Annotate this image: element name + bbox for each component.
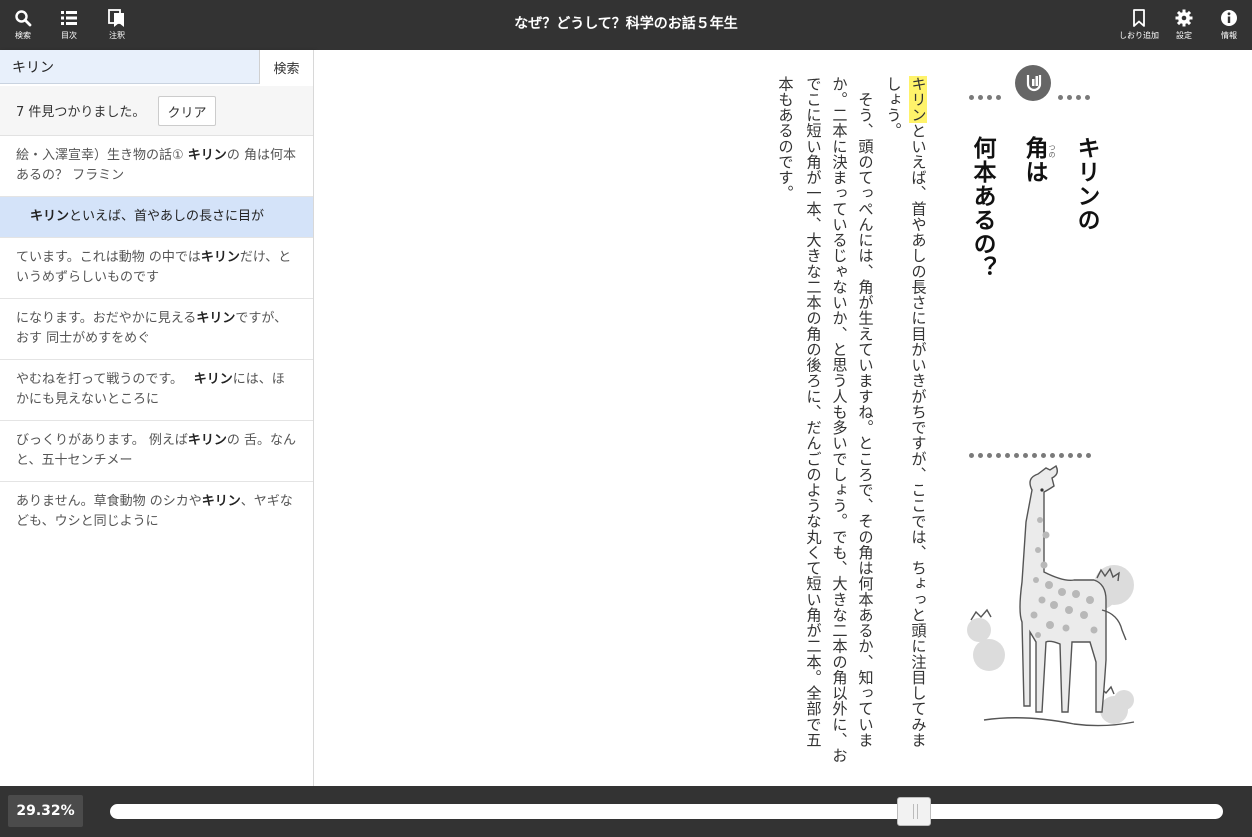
search-bar: 検索 xyxy=(0,50,313,84)
divider-dot xyxy=(996,453,1001,458)
search-result-item[interactable]: ありません。草食動物 のシカやキリン、ヤギなども、ウシと同じように xyxy=(0,482,313,552)
add-bookmark-label: しおり追加 xyxy=(1119,31,1159,40)
divider-dot xyxy=(1041,453,1046,458)
top-toolbar: 検索 目次 注釈 なぜ？どうして？科学のお話５年生 しおり追加 設定 情報 xyxy=(0,0,1252,50)
divider-dot xyxy=(1032,453,1037,458)
search-result-item[interactable]: びっくりがあります。 例えばキリンの 舌。なんと、五十センチメー xyxy=(0,421,313,482)
divider-dot xyxy=(1059,453,1064,458)
progress-slider-thumb[interactable] xyxy=(897,797,932,826)
divider-dot xyxy=(1085,95,1090,100)
search-panel: 検索 7 件見つかりました。 クリア 絵・入澤宣幸）生き物の話① キリンの 角は… xyxy=(0,50,314,786)
divider-dot xyxy=(1068,453,1073,458)
book-title: なぜ？どうして？科学のお話５年生 xyxy=(514,16,738,32)
body-column-text: 本もあるのです。 xyxy=(776,76,794,201)
dot-divider xyxy=(969,453,1097,459)
divider-dot xyxy=(1014,453,1019,458)
body-column-text: そう、頭のてっぺんには、角が生えていますね。ところで、その角は何本あるか、知って… xyxy=(856,76,874,748)
clear-button[interactable]: クリア xyxy=(158,96,216,126)
divider-dot xyxy=(1086,453,1091,458)
result-text-before: ています。これは動物 の中では xyxy=(16,250,201,265)
body-column-text: しょう。 xyxy=(884,76,902,139)
result-match: キリン xyxy=(187,433,227,448)
annotation-button[interactable]: 注釈 xyxy=(101,0,133,50)
info-button[interactable]: 情報 xyxy=(1213,0,1245,50)
chapter-badge xyxy=(1015,65,1051,101)
result-text-before: びっくりがあります。 例えば xyxy=(16,433,188,448)
divider-dot xyxy=(969,453,974,458)
flask-icon xyxy=(1026,75,1042,92)
search-result-item[interactable]: になります。おだやかに見えるキリンですが、おす 同士がめすをめぐ xyxy=(0,299,313,360)
progress-percent: 29.32% xyxy=(8,795,83,827)
result-list: 絵・入澤宣幸）生き物の話① キリンの 角は何本あるの？ フラミン キリンといえば、… xyxy=(0,136,313,552)
progress-track[interactable] xyxy=(110,804,1223,819)
heading-line-3: 何本あるの？ xyxy=(969,136,995,280)
giraffe-illustration xyxy=(967,464,1135,727)
divider-dot xyxy=(978,453,983,458)
result-match: キリン xyxy=(201,494,241,509)
dot-divider xyxy=(1058,95,1096,101)
search-input[interactable] xyxy=(0,50,259,84)
divider-dot xyxy=(996,95,1001,100)
result-match: キリン xyxy=(187,148,227,163)
result-match: キリン xyxy=(30,209,70,224)
reader-page[interactable]: キリンといえば、首やあしの長さに目がいきがちですが、ここでは、ちょっと頭に注目し… xyxy=(314,50,1252,786)
result-text-before: やむねを打って戦うのです。 xyxy=(16,372,194,387)
body-column: そう、頭のてっぺんには、角が生えていますね。ところで、その角は何本あるか、知って… xyxy=(854,76,876,748)
heading-line-1: キリンの xyxy=(1073,136,1099,232)
toc-button[interactable]: 目次 xyxy=(53,0,85,50)
result-match: キリン xyxy=(193,372,233,387)
search-highlight: キリン xyxy=(909,76,927,123)
info-label: 情報 xyxy=(1221,31,1237,40)
add-bookmark-button[interactable]: しおり追加 xyxy=(1114,0,1164,50)
result-text-before: ありません。草食動物 のシカや xyxy=(16,494,202,509)
divider-dot xyxy=(1076,95,1081,100)
body-column-text: といえば、首やあしの長さに目がいきがちですが、ここでは、ちょっと頭に注目してみま xyxy=(909,122,927,748)
search-icon xyxy=(15,10,32,27)
annotation-label: 注釈 xyxy=(109,31,125,40)
body-column: か。二本に決まっているじゃないか、と思う人も多いでしょう。でも、大きな二本の角以… xyxy=(828,76,850,763)
body-column: でこに短い角が一本、大きな二本の角の後ろに、だんごのような丸くて短い角が二本。全… xyxy=(802,76,824,748)
result-count: 7 件見つかりました。 xyxy=(16,105,146,120)
result-text-after: といえば、首やあしの長さに目が xyxy=(69,209,265,224)
progress-bar-area: 29.32% xyxy=(0,786,1252,837)
result-summary: 7 件見つかりました。 クリア xyxy=(0,86,313,136)
heading-line-2: 角は xyxy=(1021,136,1047,184)
settings-button[interactable]: 設定 xyxy=(1168,0,1200,50)
search-tool-button[interactable]: 検索 xyxy=(7,0,39,50)
search-result-item[interactable]: キリンといえば、首やあしの長さに目が xyxy=(0,197,313,238)
body-column-text: でこに短い角が一本、大きな二本の角の後ろに、だんごのような丸くて短い角が二本。全… xyxy=(804,76,822,748)
heading-ruby: つの xyxy=(1048,144,1056,158)
annotation-icon xyxy=(108,9,124,27)
search-result-item[interactable]: ています。これは動物 の中ではキリンだけ、というめずらしいものです xyxy=(0,238,313,299)
result-text-before: 絵・入澤宣幸）生き物の話① xyxy=(16,148,188,163)
divider-dot xyxy=(1058,95,1063,100)
settings-label: 設定 xyxy=(1176,31,1192,40)
divider-dot xyxy=(1050,453,1055,458)
divider-dot xyxy=(987,453,992,458)
search-result-item[interactable]: 絵・入澤宣幸）生き物の話① キリンの 角は何本あるの？ フラミン xyxy=(0,136,313,197)
result-text-before: になります。おだやかに見える xyxy=(16,311,197,326)
body-column: 本もあるのです。 xyxy=(774,76,796,201)
divider-dot xyxy=(1067,95,1072,100)
body-column: しょう。 xyxy=(882,76,904,138)
search-submit-button[interactable]: 検索 xyxy=(259,50,313,84)
divider-dot xyxy=(1077,453,1082,458)
result-match: キリン xyxy=(196,311,236,326)
toc-label: 目次 xyxy=(61,31,77,40)
divider-dot xyxy=(969,95,974,100)
result-match: キリン xyxy=(200,250,240,265)
body-column-text: か。二本に決まっているじゃないか、と思う人も多いでしょう。でも、大きな二本の角以… xyxy=(830,76,848,764)
dot-divider xyxy=(969,95,1007,101)
divider-dot xyxy=(987,95,992,100)
divider-dot xyxy=(978,95,983,100)
divider-dot xyxy=(1023,453,1028,458)
list-icon xyxy=(61,11,77,25)
gear-icon xyxy=(1175,9,1193,27)
info-icon xyxy=(1221,10,1237,26)
search-result-item[interactable]: やむねを打って戦うのです。 キリンには、ほかにも見えないところに xyxy=(0,360,313,421)
body-column: キリンといえば、首やあしの長さに目がいきがちですが、ここでは、ちょっと頭に注目し… xyxy=(907,76,929,748)
bookmark-icon xyxy=(1133,9,1145,27)
search-tool-label: 検索 xyxy=(15,31,31,40)
divider-dot xyxy=(1005,453,1010,458)
